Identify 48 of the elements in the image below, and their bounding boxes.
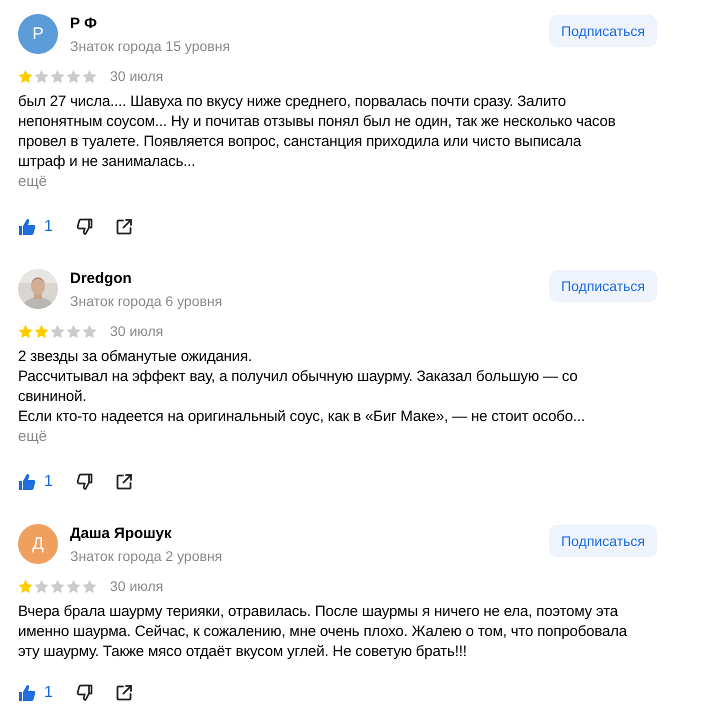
author-name[interactable]: Dredgon bbox=[70, 270, 550, 288]
subscribe-button[interactable]: Подписаться bbox=[549, 15, 657, 47]
review-text: был 27 числа.... Шавуха по вкусу ниже среднего, порвалась почти сразу. Залито непонятным соусом... Ну и почитав отзывы понял был не один, так же несколько часов провел в туалете. Появляется вопрос, санстанция приходила или чисто выписала штраф и не занималась... bbox=[18, 92, 617, 172]
star-icon bbox=[66, 578, 81, 594]
author-name[interactable]: Даша Ярошук bbox=[70, 525, 550, 543]
star-icon bbox=[34, 324, 49, 338]
star-icon bbox=[66, 324, 81, 338]
thumbs-down-icon[interactable] bbox=[74, 218, 93, 236]
star-icon bbox=[66, 68, 81, 84]
thumbs-up-icon bbox=[18, 218, 36, 236]
star-icon bbox=[18, 324, 33, 338]
subscribe-button[interactable]: Подписаться bbox=[549, 525, 657, 557]
star-icon bbox=[18, 578, 33, 594]
share-icon[interactable] bbox=[114, 684, 133, 702]
review-text: Если кто-то надеется на оригинальный соус, как в «Биг Маке», — не стоит особо... bbox=[18, 407, 586, 427]
share-icon[interactable] bbox=[114, 473, 133, 491]
author-level: Знаток города 6 уровня bbox=[70, 292, 224, 310]
star-icon bbox=[82, 68, 97, 84]
review-date: 30 июля bbox=[110, 68, 164, 84]
like-button[interactable]: 1 bbox=[18, 473, 53, 491]
star-icon bbox=[50, 324, 65, 338]
share-icon[interactable] bbox=[114, 218, 133, 236]
thumbs-up-icon bbox=[18, 684, 36, 702]
review-date: 30 июля bbox=[110, 578, 164, 594]
avatar: Р bbox=[18, 14, 58, 54]
like-button[interactable]: 1 bbox=[18, 684, 53, 702]
author-level: Знаток города 2 уровня bbox=[70, 547, 224, 565]
thumbs-down-icon[interactable] bbox=[74, 684, 93, 702]
thumbs-down-icon[interactable] bbox=[74, 473, 93, 491]
thumbs-up-icon bbox=[18, 473, 36, 491]
star-icon bbox=[18, 68, 33, 84]
author-name[interactable]: Р Ф bbox=[70, 15, 550, 33]
review-date: 30 июля bbox=[110, 323, 164, 339]
review-text: Рассчитывал на эффект вау, а получил обычную шаурму. Заказал большую — со свининой. bbox=[18, 367, 579, 407]
avatar: Д bbox=[18, 524, 58, 564]
like-button[interactable]: 1 bbox=[18, 218, 53, 236]
star-icon bbox=[34, 68, 49, 84]
author-level: Знаток города 15 уровня bbox=[70, 37, 232, 55]
more-link[interactable]: ещё bbox=[18, 172, 48, 192]
star-icon bbox=[50, 68, 65, 84]
star-icon bbox=[50, 578, 65, 594]
star-icon bbox=[34, 578, 49, 594]
subscribe-button[interactable]: Подписаться bbox=[549, 270, 657, 302]
review-text: Вчера брала шаурму терияки, отравилась. После шаурмы я ничего не ела, поэтому эта именно шаурма. Сейчас, к сожалению, мне очень плохо. Жалею о том, что попробовала эту шаурму. Также мясо отдаёт вкусом углей. Не советую брать!!! bbox=[18, 602, 628, 662]
more-link[interactable]: ещё bbox=[18, 427, 48, 447]
review-text: 2 звезды за обманутые ожидания. bbox=[18, 347, 254, 367]
star-icon bbox=[82, 324, 97, 338]
star-icon bbox=[82, 578, 97, 594]
